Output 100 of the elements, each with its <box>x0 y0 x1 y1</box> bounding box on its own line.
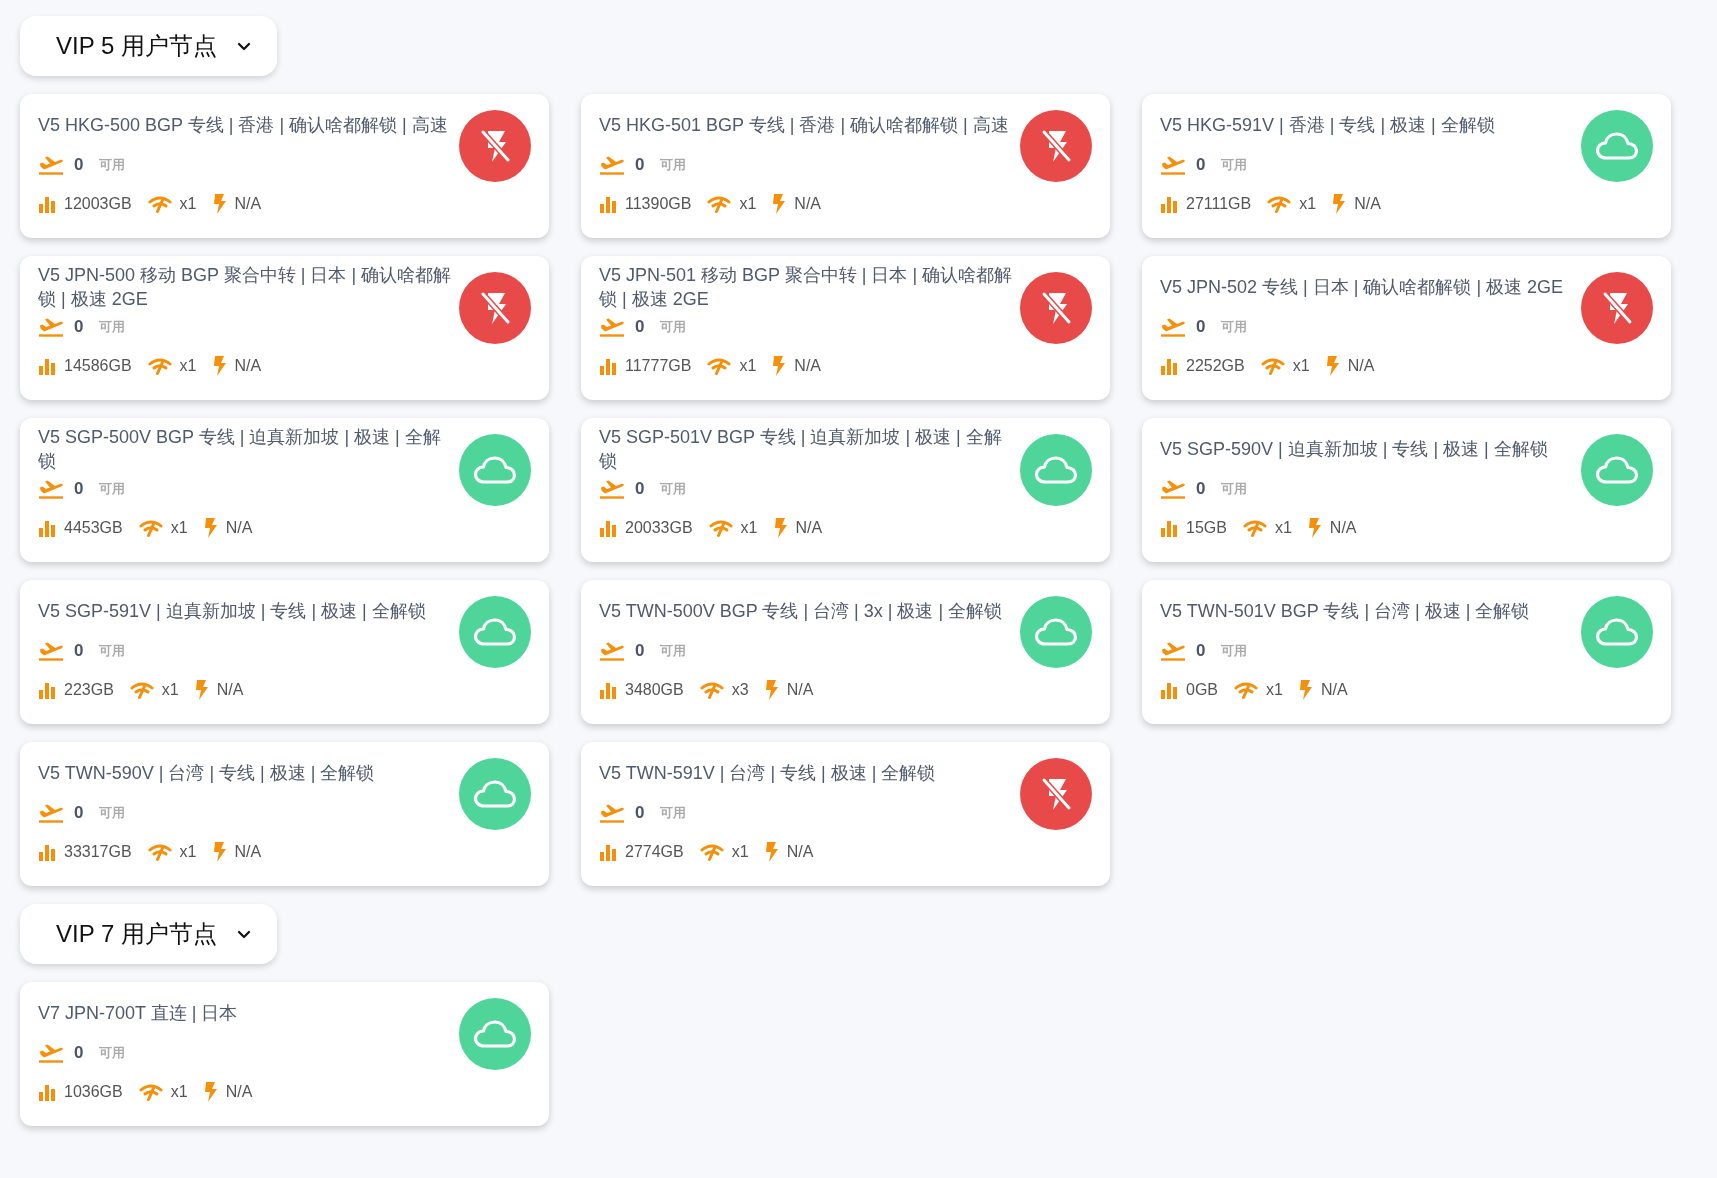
takeoff-icon <box>38 316 64 338</box>
traffic-value: 12003GB <box>64 195 132 213</box>
node-name: V5 JPN-502 专线 | 日本 | 确认啥都解锁 | 极速 2GE <box>1160 276 1564 299</box>
takeoff-icon <box>1160 478 1186 500</box>
rate-value: N/A <box>786 843 814 861</box>
traffic-value: 27111GB <box>1186 195 1252 213</box>
takeoff-icon <box>599 802 625 824</box>
lightning-icon <box>773 518 788 538</box>
node-card[interactable]: V7 JPN-700T 直连 | 日本 0 可用 1036GB x1 N/A <box>20 982 549 1126</box>
multiplier-value: x1 <box>1274 519 1292 537</box>
bar-chart-icon <box>38 681 56 699</box>
lightning-icon <box>772 356 787 376</box>
available-label: 可用 <box>660 642 687 660</box>
wifi-icon <box>708 519 733 537</box>
available-label: 可用 <box>99 1044 126 1062</box>
group-dropdown[interactable]: VIP 5 用户节点 <box>20 16 277 76</box>
takeoff-icon <box>599 316 625 338</box>
traffic-value: 15GB <box>1186 519 1227 537</box>
node-name: V5 HKG-501 BGP 专线 | 香港 | 确认啥都解锁 | 高速 <box>599 114 1009 137</box>
traffic-value: 0GB <box>1186 681 1218 699</box>
node-card[interactable]: V5 SGP-501V BGP 专线 | 迫真新加坡 | 极速 | 全解锁 0 可用 20033GB x1 N/A <box>581 418 1110 562</box>
available-label: 可用 <box>1221 318 1248 336</box>
node-card[interactable]: V5 HKG-591V | 香港 | 专线 | 极速 | 全解锁 0 可用 27111GB x1 N/A <box>1142 94 1671 238</box>
node-card[interactable]: V5 TWN-501V BGP 专线 | 台湾 | 极速 | 全解锁 0 可用 0GB x1 N/A <box>1142 580 1671 724</box>
group-dropdown[interactable]: VIP 7 用户节点 <box>20 904 277 964</box>
traffic-value: 20033GB <box>625 519 693 537</box>
wifi-icon <box>1234 681 1258 699</box>
node-name: V5 JPN-501 移动 BGP 聚合中转 | 日本 | 确认啥都解锁 | 极速 2GE <box>599 264 1014 311</box>
takeoff-icon <box>38 802 64 824</box>
multiplier-value: x1 <box>179 195 197 213</box>
takeoff-icon <box>599 154 625 176</box>
bar-chart-icon <box>1160 195 1178 213</box>
wifi-icon <box>707 195 732 213</box>
rate-value: N/A <box>225 519 253 537</box>
wifi-icon <box>147 357 172 375</box>
takeoff-icon <box>1160 640 1186 662</box>
node-card[interactable]: V5 JPN-500 移动 BGP 聚合中转 | 日本 | 确认啥都解锁 | 极速 2GE 0 可用 14586GB x1 N/A <box>20 256 549 400</box>
wifi-icon <box>138 519 163 537</box>
bar-chart-icon <box>599 519 617 537</box>
takeoff-icon <box>1160 154 1186 176</box>
node-card[interactable]: V5 TWN-500V BGP 专线 | 台湾 | 3x | 极速 | 全解锁 0 可用 3480GB x3 N/A <box>581 580 1110 724</box>
node-card[interactable]: V5 HKG-501 BGP 专线 | 香港 | 确认啥都解锁 | 高速 0 可用 11390GB x1 N/A <box>581 94 1110 238</box>
rate-value: N/A <box>234 843 262 861</box>
node-name: V5 SGP-500V BGP 专线 | 迫真新加坡 | 极速 | 全解锁 <box>38 426 442 473</box>
lightning-icon <box>212 356 227 376</box>
lightning-icon <box>203 518 218 538</box>
node-card[interactable]: V5 TWN-591V | 台湾 | 专线 | 极速 | 全解锁 0 可用 2774GB x1 N/A <box>581 742 1110 886</box>
node-name: V5 HKG-591V | 香港 | 专线 | 极速 | 全解锁 <box>1160 114 1495 137</box>
multiplier-value: x1 <box>739 195 757 213</box>
takeoff-icon <box>38 640 64 662</box>
available-count: 0 <box>635 155 645 175</box>
available-count: 0 <box>1196 479 1206 499</box>
available-label: 可用 <box>660 804 687 822</box>
node-card[interactable]: V5 JPN-502 专线 | 日本 | 确认啥都解锁 | 极速 2GE 0 可用 2252GB x1 N/A <box>1142 256 1671 400</box>
available-label: 可用 <box>1221 480 1248 498</box>
node-card[interactable]: V5 TWN-590V | 台湾 | 专线 | 极速 | 全解锁 0 可用 33317GB x1 N/A <box>20 742 549 886</box>
takeoff-icon <box>1160 316 1186 338</box>
wifi-icon <box>699 843 724 861</box>
node-card[interactable]: V5 SGP-590V | 迫真新加坡 | 专线 | 极速 | 全解锁 0 可用 15GB x1 N/A <box>1142 418 1671 562</box>
bar-chart-icon <box>38 843 56 861</box>
node-card[interactable]: V5 JPN-501 移动 BGP 聚合中转 | 日本 | 确认啥都解锁 | 极速 2GE 0 可用 11777GB x1 N/A <box>581 256 1110 400</box>
node-card[interactable]: V5 SGP-591V | 迫真新加坡 | 专线 | 极速 | 全解锁 0 可用 223GB x1 N/A <box>20 580 549 724</box>
traffic-value: 3480GB <box>625 681 684 699</box>
node-name: V5 TWN-591V | 台湾 | 专线 | 极速 | 全解锁 <box>599 762 936 785</box>
rate-value: N/A <box>1329 519 1357 537</box>
available-count: 0 <box>635 803 645 823</box>
multiplier-value: x1 <box>170 519 188 537</box>
lightning-icon <box>194 680 209 700</box>
multiplier-value: x1 <box>161 681 179 699</box>
multiplier-value: x1 <box>1292 357 1310 375</box>
available-label: 可用 <box>1221 156 1248 174</box>
multiplier-value: x1 <box>1266 681 1283 699</box>
available-label: 可用 <box>660 480 687 498</box>
wifi-icon <box>1260 357 1285 375</box>
traffic-value: 2252GB <box>1186 357 1245 375</box>
traffic-value: 33317GB <box>64 843 132 861</box>
wifi-icon <box>1267 195 1292 213</box>
available-label: 可用 <box>99 642 126 660</box>
traffic-value: 2774GB <box>625 843 684 861</box>
wifi-icon <box>147 843 172 861</box>
wifi-icon <box>129 681 154 699</box>
bar-chart-icon <box>38 357 56 375</box>
available-label: 可用 <box>99 156 126 174</box>
available-label: 可用 <box>660 156 687 174</box>
bar-chart-icon <box>38 1083 56 1101</box>
rate-value: N/A <box>1320 681 1348 699</box>
node-name: V5 TWN-590V | 台湾 | 专线 | 极速 | 全解锁 <box>38 762 375 785</box>
available-count: 0 <box>635 317 645 337</box>
rate-value: N/A <box>225 1083 253 1101</box>
wifi-icon <box>1242 519 1267 537</box>
node-name: V5 JPN-500 移动 BGP 聚合中转 | 日本 | 确认啥都解锁 | 极速 2GE <box>38 264 453 311</box>
bar-chart-icon <box>599 357 617 375</box>
node-name: V5 SGP-590V | 迫真新加坡 | 专线 | 极速 | 全解锁 <box>1160 438 1548 461</box>
lightning-icon <box>772 194 787 214</box>
node-card[interactable]: V5 SGP-500V BGP 专线 | 迫真新加坡 | 极速 | 全解锁 0 可用 4453GB x1 N/A <box>20 418 549 562</box>
wifi-icon <box>138 1083 163 1101</box>
multiplier-value: x1 <box>179 843 197 861</box>
node-card[interactable]: V5 HKG-500 BGP 专线 | 香港 | 确认啥都解锁 | 高速 0 可用 12003GB x1 N/A <box>20 94 549 238</box>
node-name: V5 TWN-501V BGP 专线 | 台湾 | 极速 | 全解锁 <box>1160 600 1530 623</box>
bar-chart-icon <box>599 843 617 861</box>
